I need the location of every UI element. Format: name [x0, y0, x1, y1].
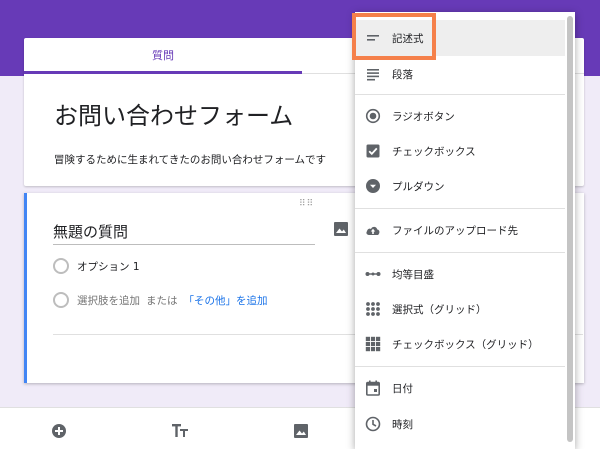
checkbox-icon	[365, 143, 381, 159]
radio-icon	[53, 258, 69, 274]
or-text: または	[146, 294, 178, 307]
menu-item-radio-button[interactable]: ラジオボタン	[355, 98, 565, 134]
dropdown-icon	[365, 178, 381, 194]
form-title[interactable]: お問い合わせフォーム	[54, 96, 293, 131]
menu-scrollbar[interactable]	[567, 16, 573, 442]
radio-icon	[53, 292, 69, 308]
menu-item-linear-scale[interactable]: 均等目盛	[355, 256, 565, 292]
add-image-toolbar-icon[interactable]	[292, 422, 310, 440]
menu-item-label: 記述式	[392, 32, 424, 45]
menu-item-label: 選択式（グリッド）	[392, 303, 487, 316]
add-image-icon[interactable]	[333, 221, 349, 237]
menu-item-label: 日付	[392, 382, 413, 395]
form-description[interactable]: 冒険するために生まれてきたのお問い合わせフォームです	[54, 152, 326, 167]
menu-item-label: ファイルのアップロード先	[392, 224, 518, 237]
radio-button-icon	[365, 108, 381, 124]
menu-item-label: チェックボックス（グリッド）	[392, 338, 539, 351]
menu-item-multiple-choice-grid[interactable]: 選択式（グリッド）	[355, 291, 565, 327]
grid-icon	[365, 301, 381, 317]
add-option-row: 選択肢を追加 または 「その他」を追加	[53, 291, 268, 309]
calendar-icon	[365, 380, 381, 396]
menu-item-date[interactable]: 日付	[355, 370, 565, 406]
menu-divider	[355, 366, 565, 367]
menu-item-checkbox[interactable]: チェックボックス	[355, 133, 565, 169]
menu-item-label: 均等目盛	[392, 268, 434, 281]
add-other-button[interactable]: 「その他」を追加	[184, 293, 268, 308]
linear-scale-icon	[365, 266, 381, 282]
clock-icon	[365, 416, 381, 432]
menu-divider	[355, 94, 565, 95]
paragraph-icon	[365, 66, 381, 82]
add-title-icon[interactable]	[172, 422, 190, 440]
menu-item-label: 時刻	[392, 418, 413, 431]
active-tab-indicator	[24, 71, 302, 74]
question-type-menu: 記述式 段落 ラジオボタン チェックボックス プルダウン ファイルのアップロード…	[355, 12, 575, 449]
menu-item-dropdown[interactable]: プルダウン	[355, 168, 565, 204]
option-row[interactable]: オプション 1	[53, 257, 140, 275]
menu-item-time[interactable]: 時刻	[355, 406, 565, 442]
tab-questions[interactable]: 質問	[24, 38, 302, 74]
menu-item-label: 段落	[392, 68, 413, 81]
option-label[interactable]: オプション 1	[77, 259, 140, 274]
question-title-input[interactable]: 無題の質問	[53, 221, 315, 245]
menu-item-label: ラジオボタン	[392, 110, 455, 123]
menu-item-label: チェックボックス	[392, 145, 476, 158]
menu-item-label: プルダウン	[392, 180, 445, 193]
add-option-button[interactable]: 選択肢を追加	[77, 293, 140, 308]
add-question-icon[interactable]	[50, 422, 68, 440]
short-answer-icon	[365, 30, 381, 46]
menu-divider	[355, 208, 565, 209]
menu-divider	[355, 252, 565, 253]
drag-handle-icon[interactable]: ⠿⠿	[299, 199, 314, 209]
cloud-upload-icon	[365, 222, 381, 238]
menu-item-short-answer[interactable]: 記述式	[355, 20, 565, 56]
checkbox-grid-icon	[365, 336, 381, 352]
menu-item-file-upload[interactable]: ファイルのアップロード先	[355, 212, 565, 248]
menu-item-checkbox-grid[interactable]: チェックボックス（グリッド）	[355, 326, 565, 362]
menu-item-paragraph[interactable]: 段落	[355, 56, 565, 92]
